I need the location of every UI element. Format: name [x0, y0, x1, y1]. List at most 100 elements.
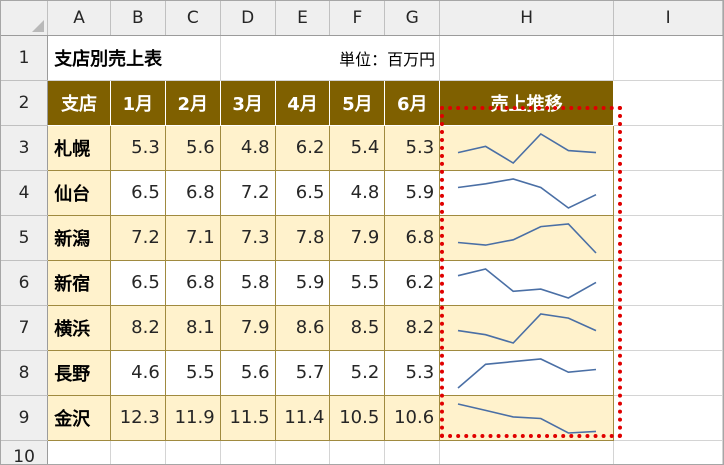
row-header[interactable]: 4 [1, 170, 49, 216]
sales-value-cell[interactable]: 6.2 [384, 259, 441, 306]
sales-value-cell[interactable]: 6.2 [274, 124, 331, 171]
sparkline-cell[interactable] [439, 349, 615, 396]
sales-value-cell[interactable]: 7.2 [109, 214, 166, 261]
header-month-4[interactable]: 4月 [275, 80, 331, 126]
sales-value-cell[interactable]: 10.5 [329, 394, 386, 441]
cell-i10[interactable] [613, 440, 723, 464]
sales-value-cell[interactable]: 11.4 [274, 394, 331, 441]
sales-value-cell[interactable]: 7.8 [274, 214, 331, 261]
sparkline-cell[interactable] [439, 124, 615, 171]
column-header-b[interactable]: B [110, 1, 166, 36]
cell-i2[interactable] [613, 80, 723, 126]
sales-value-cell[interactable]: 7.9 [219, 304, 276, 351]
branch-name-cell[interactable]: 札幌 [47, 124, 111, 171]
sales-value-cell[interactable]: 7.2 [219, 169, 276, 216]
row-header[interactable]: 7 [1, 305, 49, 351]
empty-cell[interactable] [613, 125, 723, 171]
row-header[interactable]: 5 [1, 215, 49, 261]
sales-value-cell[interactable]: 10.6 [384, 394, 441, 441]
branch-name-cell[interactable]: 新潟 [47, 214, 111, 261]
header-trend[interactable]: 売上推移 [439, 80, 615, 126]
row-header-1[interactable]: 1 [1, 35, 49, 81]
sales-value-cell[interactable]: 11.9 [164, 394, 221, 441]
sales-value-cell[interactable]: 11.5 [219, 394, 276, 441]
sales-value-cell[interactable]: 8.6 [274, 304, 331, 351]
sales-value-cell[interactable]: 8.1 [164, 304, 221, 351]
cell-h10[interactable] [439, 440, 615, 464]
sheet-title[interactable]: 支店別売上表 [47, 35, 221, 81]
sales-value-cell[interactable]: 5.9 [274, 259, 331, 306]
sparkline-cell[interactable] [439, 214, 615, 261]
column-header-a[interactable]: A [47, 1, 111, 36]
header-month-2[interactable]: 2月 [165, 80, 221, 126]
column-header-e[interactable]: E [275, 1, 331, 36]
column-header-i[interactable]: I [613, 1, 723, 36]
sales-value-cell[interactable]: 5.6 [219, 349, 276, 396]
sales-value-cell[interactable]: 5.7 [274, 349, 331, 396]
empty-cell[interactable] [613, 395, 723, 441]
row-header-2[interactable]: 2 [1, 80, 49, 126]
column-header-h[interactable]: H [439, 1, 615, 36]
row-header[interactable]: 6 [1, 260, 49, 306]
cell-h1[interactable] [439, 35, 615, 81]
cell-d10[interactable] [220, 440, 276, 464]
sales-value-cell[interactable]: 5.3 [109, 124, 166, 171]
sales-value-cell[interactable]: 6.5 [274, 169, 331, 216]
row-header[interactable]: 8 [1, 350, 49, 396]
sales-value-cell[interactable]: 12.3 [109, 394, 166, 441]
header-branch[interactable]: 支店 [47, 80, 111, 126]
empty-cell[interactable] [613, 350, 723, 396]
sales-value-cell[interactable]: 5.2 [329, 349, 386, 396]
empty-cell[interactable] [613, 215, 723, 261]
select-all-corner[interactable] [1, 1, 49, 36]
header-month-6[interactable]: 6月 [384, 80, 441, 126]
sales-value-cell[interactable]: 5.6 [164, 124, 221, 171]
sales-value-cell[interactable]: 7.9 [329, 214, 386, 261]
branch-name-cell[interactable]: 金沢 [47, 394, 111, 441]
sparkline-cell[interactable] [439, 259, 615, 306]
sales-value-cell[interactable]: 6.8 [164, 169, 221, 216]
branch-name-cell[interactable]: 長野 [47, 349, 111, 396]
header-month-3[interactable]: 3月 [220, 80, 276, 126]
empty-cell[interactable] [613, 305, 723, 351]
sales-value-cell[interactable]: 8.2 [384, 304, 441, 351]
cell-i1[interactable] [613, 35, 723, 81]
sales-value-cell[interactable]: 6.8 [164, 259, 221, 306]
sales-value-cell[interactable]: 5.3 [384, 124, 441, 171]
sparkline-cell[interactable] [439, 394, 615, 441]
header-month-5[interactable]: 5月 [329, 80, 386, 126]
sales-value-cell[interactable]: 7.1 [164, 214, 221, 261]
sparkline-cell[interactable] [439, 304, 615, 351]
sales-value-cell[interactable]: 6.8 [384, 214, 441, 261]
header-month-1[interactable]: 1月 [110, 80, 166, 126]
sales-value-cell[interactable]: 5.3 [384, 349, 441, 396]
cell-c10[interactable] [165, 440, 221, 464]
empty-cell[interactable] [613, 260, 723, 306]
sales-value-cell[interactable]: 5.5 [329, 259, 386, 306]
sparkline-cell[interactable] [439, 169, 615, 216]
sales-value-cell[interactable]: 8.5 [329, 304, 386, 351]
sales-value-cell[interactable]: 8.2 [109, 304, 166, 351]
column-header-g[interactable]: G [384, 1, 441, 36]
row-header[interactable]: 9 [1, 395, 49, 441]
cell-b10[interactable] [110, 440, 166, 464]
sales-value-cell[interactable]: 4.8 [329, 169, 386, 216]
sales-value-cell[interactable]: 5.9 [384, 169, 441, 216]
sales-value-cell[interactable]: 7.3 [219, 214, 276, 261]
sales-value-cell[interactable]: 5.8 [219, 259, 276, 306]
row-header[interactable]: 3 [1, 125, 49, 171]
sales-value-cell[interactable]: 5.5 [164, 349, 221, 396]
column-header-f[interactable]: F [329, 1, 386, 36]
cell-a10[interactable] [47, 440, 111, 464]
sales-value-cell[interactable]: 4.6 [109, 349, 166, 396]
column-header-d[interactable]: D [220, 1, 276, 36]
column-header-c[interactable]: C [165, 1, 221, 36]
sales-value-cell[interactable]: 6.5 [109, 169, 166, 216]
cell-f10[interactable] [329, 440, 386, 464]
empty-cell[interactable] [613, 170, 723, 216]
unit-label[interactable]: 単位：百万円 [220, 35, 441, 81]
cell-e10[interactable] [275, 440, 331, 464]
row-header-10[interactable]: 10 [1, 440, 49, 464]
sales-value-cell[interactable]: 5.4 [329, 124, 386, 171]
sales-value-cell[interactable]: 6.5 [109, 259, 166, 306]
